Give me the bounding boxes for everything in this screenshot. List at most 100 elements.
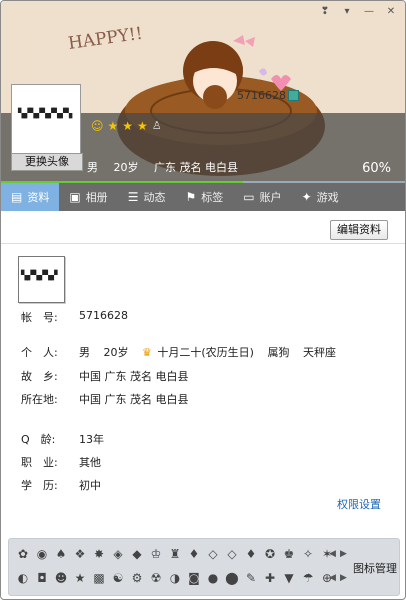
constellation: 天秤座 — [302, 346, 336, 359]
tray-badge-icon[interactable]: ✿ — [15, 546, 31, 562]
tray-badge-icon[interactable]: ♦ — [243, 546, 259, 562]
star-icon[interactable]: ★ — [108, 119, 119, 133]
tab-profile[interactable]: ▤ 资料 — [1, 183, 60, 211]
tray-badge-icon[interactable]: ◇ — [205, 546, 221, 562]
profile-header: HAPPY!! ❣ ▾ — ✕ ▚▞▚▞▚▞▚▞▚ 更换头像 5716628 ☺… — [1, 1, 405, 183]
tray-badge-icon[interactable]: ☢ — [148, 570, 164, 586]
account-value: 5716628 — [79, 309, 128, 322]
tray-badge-icon[interactable]: ✚ — [262, 570, 278, 586]
next-arrow-icon[interactable]: ▶ — [340, 573, 347, 583]
tray-badge-icon[interactable]: ◆ — [129, 546, 145, 562]
location: 广东 茂名 电白县 — [154, 161, 238, 174]
tab-label: 账户 — [259, 191, 282, 204]
permission-settings-link[interactable]: 权限设置 — [337, 496, 381, 512]
q-age-label: Q 龄: — [21, 433, 56, 446]
tray-badge-icon[interactable]: ✎ — [243, 570, 259, 586]
tray-badge-icon[interactable]: ♜ — [167, 546, 183, 562]
hometown-label: 故 乡: — [21, 370, 58, 383]
window-controls: ❣ ▾ — ✕ — [315, 3, 401, 19]
tab-label: 标签 — [201, 191, 224, 204]
tab-tags[interactable]: ⚑ 标签 — [175, 183, 233, 211]
tray-badge-icon[interactable]: ◐ — [15, 570, 31, 586]
tray-badge-icon[interactable]: ♔ — [148, 546, 164, 562]
tab-label: 资料 — [27, 191, 50, 204]
photo-icon: ▣ — [69, 190, 81, 204]
zodiac: 属狗 — [267, 346, 290, 359]
tray-badge-icon[interactable]: ▼ — [281, 570, 297, 586]
tray-badge-icon[interactable]: ◉ — [34, 546, 50, 562]
tray-badge-icon[interactable]: ☂ — [300, 570, 316, 586]
online-status-icon[interactable] — [288, 90, 299, 101]
tray-badge-icon[interactable]: ☯ — [110, 570, 126, 586]
tray-badge-icon[interactable]: ✧ — [300, 546, 316, 562]
avatar[interactable]: ▚▞▚▞▚▞▚▞▚ — [11, 84, 81, 154]
tray-badge-icon[interactable]: ♦ — [186, 546, 202, 562]
tray-badge-icon[interactable]: ♚ — [281, 546, 297, 562]
tray-badge-icon[interactable]: ⚙ — [129, 570, 145, 586]
gender: 男 — [87, 161, 98, 174]
avatar-image: ▚▞▚▞▚▞▚▞▚ — [18, 109, 72, 119]
tux-icon[interactable]: ♙ — [152, 119, 162, 133]
profile-completion-percent: 60% — [362, 161, 391, 176]
tray-badge-icon[interactable]: ❖ — [72, 546, 88, 562]
tag-icon: ⚑ — [185, 190, 197, 204]
profile-window: HAPPY!! ❣ ▾ — ✕ ▚▞▚▞▚▞▚▞▚ 更换头像 5716628 ☺… — [0, 0, 406, 600]
personal-label: 个 人: — [21, 346, 58, 359]
crown-icon: ♛ — [142, 346, 152, 359]
tab-account[interactable]: ▭ 账户 — [233, 183, 291, 211]
tray-badge-icon[interactable]: ★ — [72, 570, 88, 586]
avatar-thumbnail[interactable]: ▚▞▚▞▚▞ — [18, 256, 65, 303]
feedback-icon[interactable]: ❣ — [315, 3, 335, 19]
icon-manage-link[interactable]: 图标管理 — [353, 560, 397, 576]
age: 20岁 — [103, 346, 129, 359]
location-value: 中国 广东 茂名 电白县 — [79, 393, 189, 406]
tab-label: 动态 — [143, 191, 166, 204]
tray-badge-icon[interactable]: ◇ — [224, 546, 240, 562]
avatar-image: ▚▞▚▞▚▞ — [21, 271, 58, 281]
change-avatar-button[interactable]: 更换头像 — [11, 153, 83, 171]
tray-badge-icon[interactable]: ✪ — [262, 546, 278, 562]
location-label: 所在地: — [21, 393, 58, 406]
tray-row: ◐ ◘ ☻ ★ ▩ ☯ ⚙ ☢ ◑ ◙ ● ⬤ ✎ ✚ ▼ ☂ ⊕ — [15, 570, 335, 586]
account-label: 帐 号: — [21, 311, 58, 324]
prev-arrow-icon[interactable]: ◀ — [329, 549, 336, 559]
edit-profile-button[interactable]: 编辑资料 — [330, 220, 388, 240]
tray-badge-icon[interactable]: ◙ — [186, 570, 202, 586]
profile-card-icon: ▤ — [11, 190, 23, 204]
tab-label: 相册 — [85, 191, 108, 204]
tab-games[interactable]: ✦ 游戏 — [292, 183, 349, 211]
tray-badge-icon[interactable]: ◘ — [34, 570, 50, 586]
next-arrow-icon[interactable]: ▶ — [340, 549, 347, 559]
tray-badge-icon[interactable]: ◈ — [110, 546, 126, 562]
tab-album[interactable]: ▣ 相册 — [59, 183, 117, 211]
level-icons: ☺ ★ ★ ★ ♙ — [91, 119, 162, 133]
birthday: 十月二十(农历生日) — [157, 346, 254, 359]
game-icon: ✦ — [301, 190, 312, 204]
tray-badge-icon[interactable]: ▩ — [91, 570, 107, 586]
basic-info: 男 20岁 广东 茂名 电白县 — [87, 159, 250, 175]
close-icon[interactable]: ✕ — [381, 3, 401, 19]
job-value: 其他 — [79, 456, 101, 469]
minimize-icon[interactable]: — — [359, 3, 379, 19]
tray-badge-icon[interactable]: ◑ — [167, 570, 183, 586]
q-age-value: 13年 — [79, 433, 104, 446]
star-icon[interactable]: ★ — [137, 119, 148, 133]
tab-feed[interactable]: ☰ 动态 — [118, 183, 176, 211]
tab-label: 游戏 — [316, 191, 339, 204]
tray-row: ✿ ◉ ♠ ❖ ✸ ◈ ◆ ♔ ♜ ♦ ◇ ◇ ♦ ✪ ♚ ✧ ✶ — [15, 546, 335, 562]
education-label: 学 历: — [21, 479, 58, 492]
prev-arrow-icon[interactable]: ◀ — [329, 573, 336, 583]
tray-badge-icon[interactable]: ⬤ — [224, 570, 240, 586]
skin-icon[interactable]: ▾ — [337, 3, 357, 19]
divider — [1, 243, 405, 244]
icon-tray: ✿ ◉ ♠ ❖ ✸ ◈ ◆ ♔ ♜ ♦ ◇ ◇ ♦ ✪ ♚ ✧ ✶ ◀ ▶ ◐ ◘ ☻ ★ ▩ ☯ ⚙ ☢ ◑ ◙ ● ⬤ ✎ ✚ ▼ ☂ ⊕ … — [8, 538, 400, 596]
tray-badge-icon[interactable]: ● — [205, 570, 221, 586]
star-icon[interactable]: ★ — [122, 119, 133, 133]
age: 20岁 — [113, 161, 139, 174]
tray-badge-icon[interactable]: ♠ — [53, 546, 69, 562]
sun-face-icon[interactable]: ☺ — [91, 119, 104, 133]
tray-badge-icon[interactable]: ☻ — [53, 570, 69, 586]
tray-badge-icon[interactable]: ✸ — [91, 546, 107, 562]
personal-value: 男 20岁 ♛ 十月二十(农历生日) 属狗 天秤座 — [79, 344, 346, 360]
tab-bar: ▤ 资料 ▣ 相册 ☰ 动态 ⚑ 标签 ▭ 账户 ✦ 游戏 — [1, 183, 405, 211]
